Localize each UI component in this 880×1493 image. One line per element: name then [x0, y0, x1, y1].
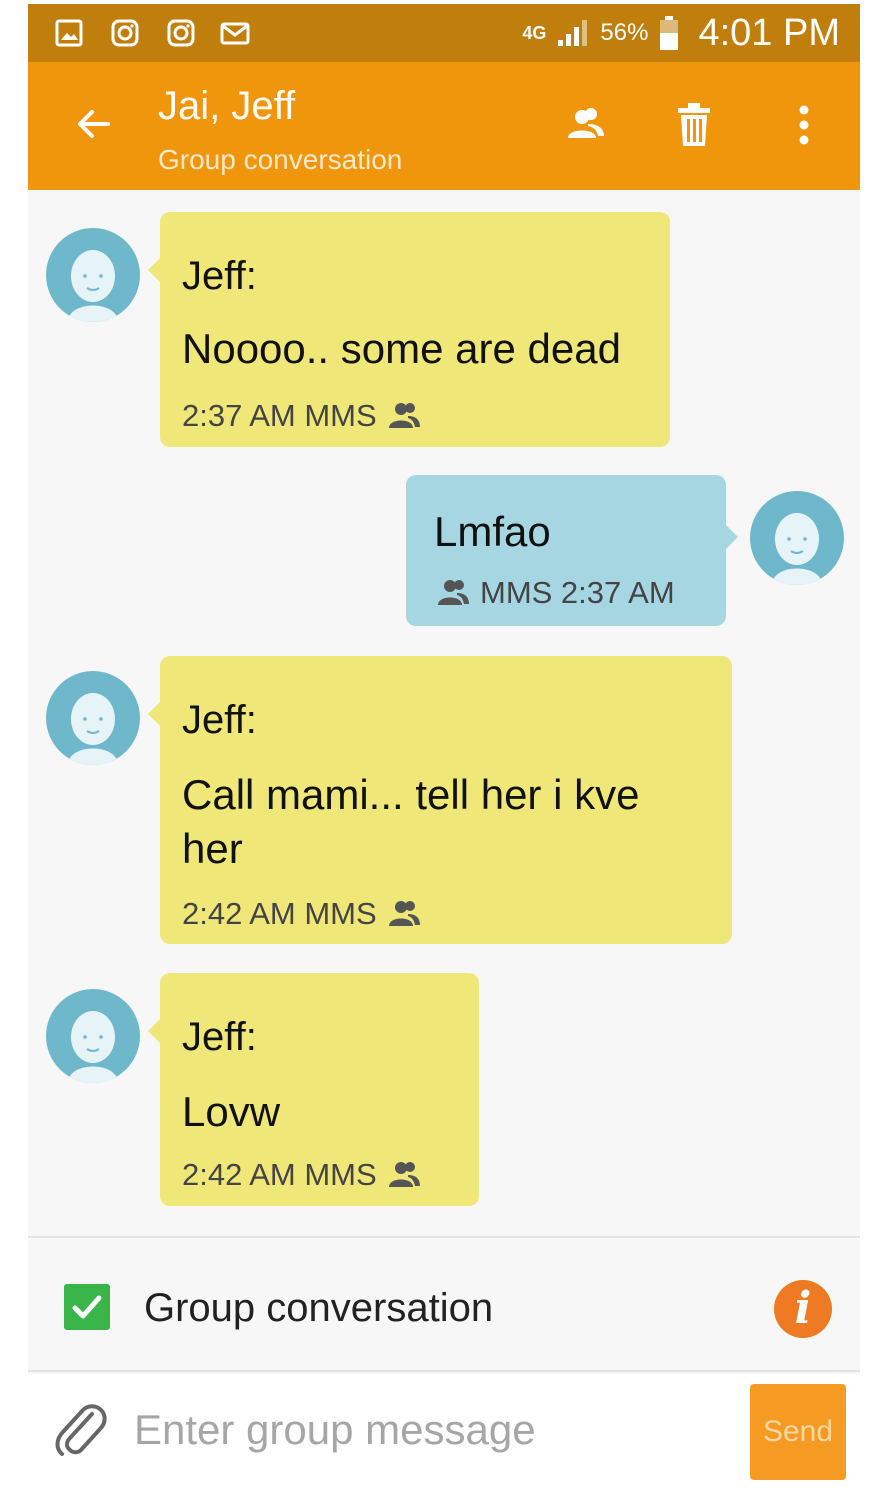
battery-percent: 56% — [600, 19, 649, 46]
back-arrow-icon[interactable] — [72, 102, 116, 146]
instagram-icon — [111, 19, 139, 47]
message-bubble-outgoing[interactable]: Lmfao MMS 2:37 AM — [406, 475, 738, 626]
info-icon[interactable]: i — [774, 1280, 832, 1338]
more-options-icon[interactable] — [780, 100, 828, 150]
divider — [28, 1370, 860, 1372]
group-icon — [438, 580, 469, 605]
send-button[interactable]: Send — [750, 1384, 846, 1480]
group-icon — [388, 403, 420, 428]
conversation-title: Jai, Jeff — [158, 84, 296, 128]
message-bubble-incoming[interactable]: Jeff: Call mami... tell her i kve her 2:… — [148, 656, 732, 944]
message-timestamp: MMS 2:37 AM — [480, 575, 675, 610]
divider — [28, 1236, 860, 1238]
checkmark-icon — [72, 1295, 102, 1319]
message-timestamp: 2:42 AM MMS — [182, 1157, 377, 1192]
person-icon — [68, 1011, 118, 1083]
message-input[interactable] — [134, 1402, 734, 1458]
contact-avatar[interactable] — [46, 228, 140, 322]
status-bar: 4G 56% 4:01 PM — [28, 4, 860, 62]
group-members-icon[interactable] — [560, 100, 608, 150]
message-meta: MMS 2:37 AM — [434, 575, 675, 611]
attachment-icon[interactable] — [52, 1398, 108, 1460]
message-timestamp: 2:37 AM MMS — [182, 398, 377, 433]
message-timestamp: 2:42 AM MMS — [182, 896, 377, 931]
self-avatar[interactable] — [750, 491, 844, 585]
status-indicators: 4G 56% 4:01 PM — [522, 4, 840, 62]
delete-icon[interactable] — [670, 100, 718, 150]
conversation-subtitle: Group conversation — [158, 144, 403, 175]
group-icon — [388, 1162, 420, 1187]
instagram-icon — [167, 19, 195, 47]
contact-avatar[interactable] — [46, 671, 140, 765]
message-sender: Jeff: — [182, 254, 257, 298]
message-sender: Jeff: — [182, 698, 257, 742]
message-bubble-incoming[interactable]: Jeff: Noooo.. some are dead 2:37 AM MMS — [148, 212, 670, 447]
message-text: Lovw — [182, 1088, 281, 1135]
person-icon — [772, 513, 822, 585]
group-conversation-checkbox[interactable] — [64, 1284, 110, 1330]
clock: 4:01 PM — [698, 11, 840, 54]
group-icon — [388, 901, 420, 926]
message-text: Lmfao — [434, 508, 551, 555]
person-icon — [68, 693, 118, 765]
group-conversation-row: Group conversation i — [28, 1240, 860, 1370]
message-sender: Jeff: — [182, 1015, 257, 1059]
message-text: Call mami... tell her i kve her — [182, 771, 640, 872]
network-type: 4G — [522, 23, 547, 43]
message-text: Noooo.. some are dead — [182, 325, 621, 372]
message-bubble-incoming[interactable]: Jeff: Lovw 2:42 AM MMS — [148, 973, 479, 1206]
message-meta: 2:42 AM MMS — [182, 1157, 423, 1193]
app-bar: Jai, Jeff Group conversation — [28, 62, 860, 190]
mail-icon — [220, 22, 250, 45]
group-conversation-label: Group conversation — [144, 1286, 494, 1330]
message-composer: Send — [28, 1374, 860, 1489]
signal-icon — [558, 20, 588, 46]
person-icon — [68, 250, 118, 322]
message-meta: 2:42 AM MMS — [182, 896, 423, 932]
battery-icon — [660, 16, 679, 50]
gallery-icon — [55, 19, 83, 47]
message-meta: 2:37 AM MMS — [182, 398, 423, 434]
contact-avatar[interactable] — [46, 989, 140, 1083]
phone-screen: 4G 56% 4:01 PM Jai, Jeff Group conversat… — [28, 4, 860, 1489]
